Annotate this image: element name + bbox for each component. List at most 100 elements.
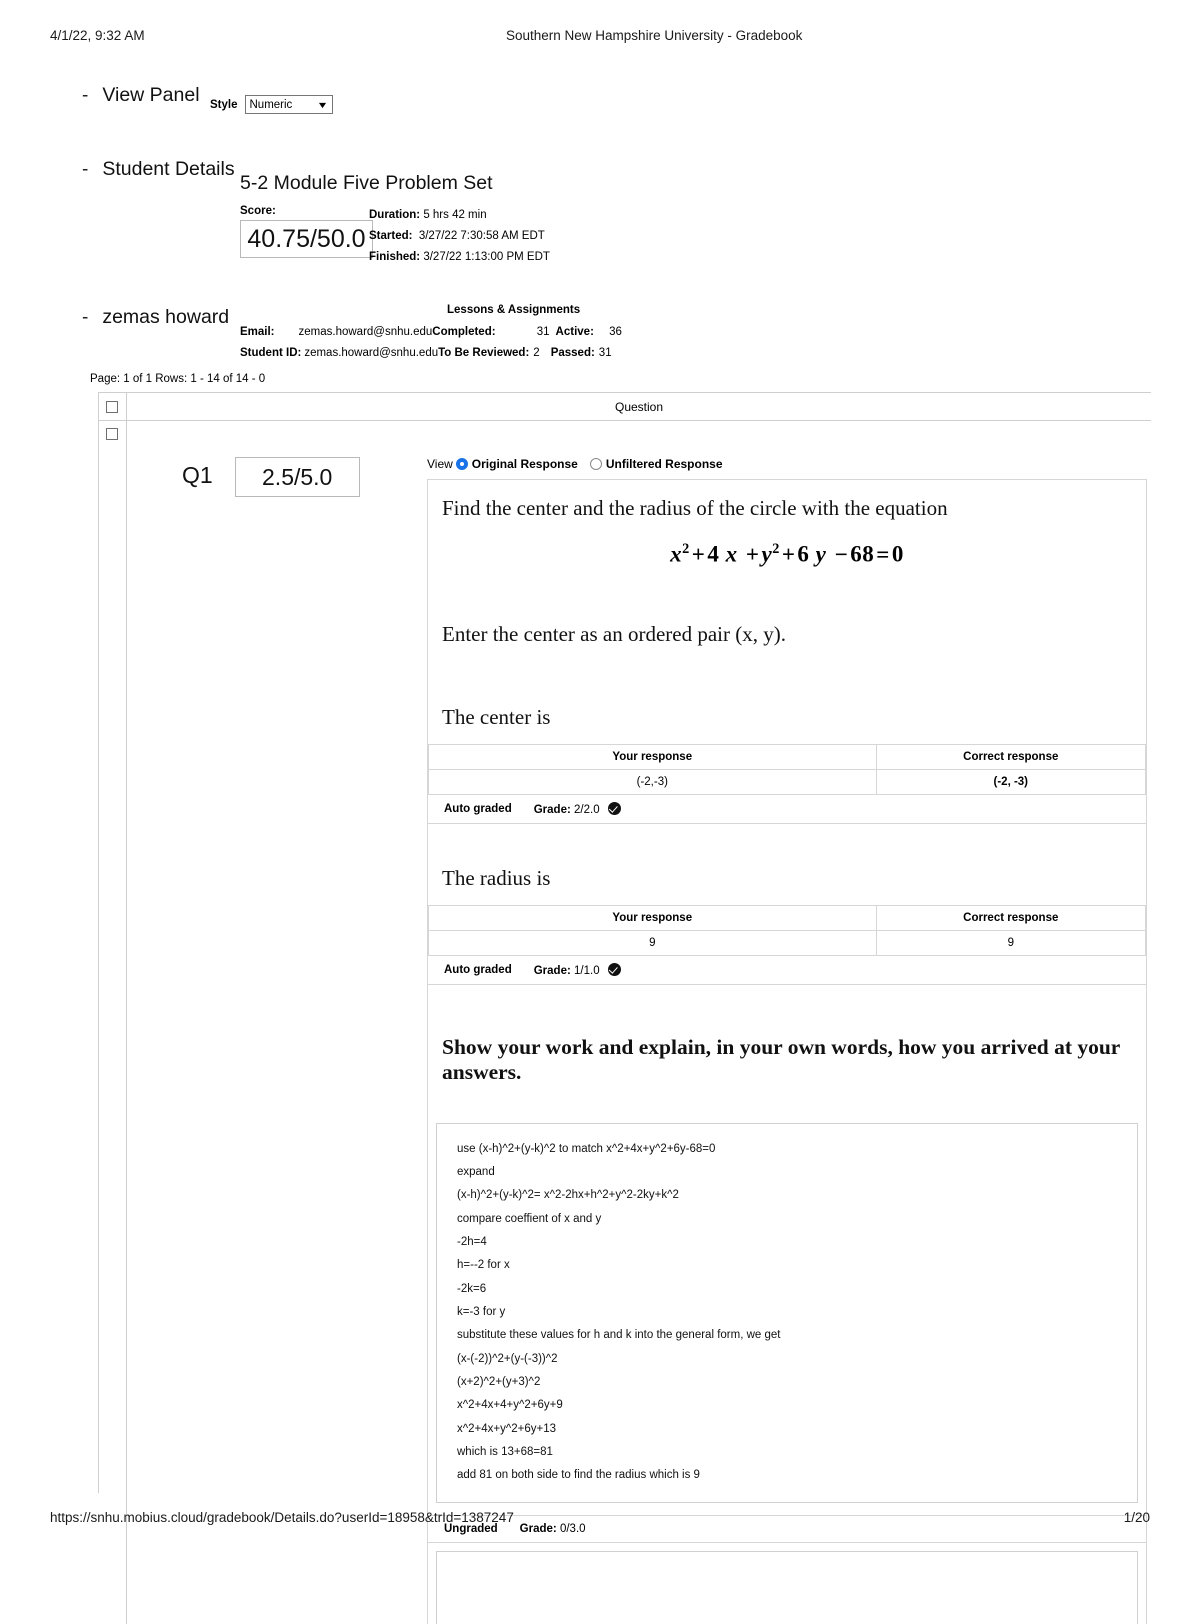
radio-original-response[interactable]: Original Response [455,457,578,471]
lessons-assignments-heading: Lessons & Assignments [447,304,581,316]
grade-label: Grade: [533,803,571,816]
question-prompt: Find the center and the radius of the ci… [442,496,948,520]
col-correct-response: Correct response [875,743,1147,770]
question-body-panel: Find the center and the radius of the ci… [427,479,1147,1624]
work-line: -2h=4 [457,1236,487,1249]
duration-value: 5 hrs 42 min [423,209,487,221]
part-radius-label-section: The radius is [428,824,1146,905]
grade-value-wrap: Grade: 1/1.0 [533,962,621,977]
radio-icon-unselected[interactable] [589,458,602,470]
col-correct-response: Correct response [875,904,1147,931]
work-line: x^2+4x+4+y^2+6y+9 [457,1399,563,1412]
student-info: Email: zemas.howard@snhu.edu Completed: … [240,322,622,365]
view-panel-section[interactable]: - View Panel [82,84,200,107]
grade-label: Grade: [533,964,571,977]
work-line: substitute these values for h and k into… [457,1329,781,1342]
question-prompt-section: Find the center and the radius of the ci… [428,480,1146,683]
score-value: 40.75/50.0 [240,220,373,258]
style-select-value: Numeric [249,98,293,111]
question-content: View Original Response Unfiltered Respon… [427,421,1151,1624]
paging-info: Page: 1 of 1 Rows: 1 - 14 of 14 - 0 [90,373,266,385]
question-identity-cell: Q1 2.5/5.0 [127,421,427,1624]
radio-unfiltered-response[interactable]: Unfiltered Response [589,457,723,471]
grade-value-wrap: Grade: 2/2.0 [533,801,621,816]
started-label: Started: [369,229,413,242]
part-center-response-table: Your response Correct response (-2,-3) (… [428,743,1147,795]
table-row: Q1 2.5/5.0 View Original Response Unfilt… [98,421,1151,1624]
view-panel-label: View Panel [102,84,200,106]
student-name-label: zemas howard [102,306,230,328]
passed-label: Passed: [550,347,595,360]
print-date: 4/1/22, 9:32 AM [50,28,145,43]
radio-icon-selected[interactable] [455,458,468,470]
part-center-label: The center is [442,704,551,729]
active-label: Active: [555,326,594,338]
work-line: use (x-h)^2+(y-k)^2 to match x^2+4x+y^2+… [457,1142,716,1155]
column-header-question: Question [614,399,664,414]
started-row: Started: 3/27/22 7:30:58 AM EDT [369,226,550,247]
style-select[interactable]: Numeric ▼ [244,95,333,114]
your-response-value: (-2,-3) [428,768,877,795]
question-score: 2.5/5.0 [234,457,360,497]
col-your-response: Your response [428,904,877,931]
correct-response-value: (-2, -3) [875,768,1147,795]
radio-unfiltered-label: Unfiltered Response [605,457,723,471]
assignment-title: 5-2 Module Five Problem Set [240,172,493,194]
completed-label: Completed: [432,326,496,338]
chevron-down-icon: ▼ [316,99,329,110]
table-row: 9 9 [428,929,1147,956]
part-radius-label: The radius is [442,865,551,890]
view-label: View [427,457,453,471]
work-line: compare coeffient of x and y [457,1212,602,1225]
student-id-value: zemas.howard@snhu.edu [304,347,439,360]
question-grid: Question Q1 2.5/5.0 View Original Respon… [98,392,1151,1624]
email-label: Email: [240,326,275,338]
select-all-cell[interactable] [98,393,127,420]
to-be-reviewed-label: To Be Reviewed: [438,347,530,360]
question-number: Q1 [182,462,213,488]
question-equation: x2+4 x +y2+6 y −68=0 [670,541,904,567]
grade-value: 2/2.0 [574,803,600,816]
grade-status: Auto graded [444,802,512,815]
row-checkbox[interactable] [106,428,118,440]
row-select-cell[interactable] [98,421,127,1624]
completed-value: 31 [536,326,550,338]
finished-label: Finished: [369,250,421,263]
email-value: zemas.howard@snhu.edu [298,326,433,338]
part-center-label-section: The center is [428,683,1146,744]
work-answer-box: use (x-h)^2+(y-k)^2 to match x^2+4x+y^2+… [436,1122,1138,1503]
next-part-placeholder [436,1550,1138,1624]
col-your-response: Your response [428,743,877,770]
to-be-reviewed-value: 2 [533,347,540,360]
select-all-checkbox[interactable] [106,400,118,413]
part-radius-grade-line: Auto graded Grade: 1/1.0 [428,956,1146,985]
started-value: 3/27/22 7:30:58 AM EDT [418,229,545,242]
student-id-row: Student ID: zemas.howard@snhu.edu To Be … [240,343,622,364]
table-row: (-2,-3) (-2, -3) [428,768,1147,795]
print-title: Southern New Hampshire University - Grad… [506,28,803,43]
collapse-toggle-icon[interactable]: - [82,160,88,179]
finished-row: Finished: 3/27/22 1:13:00 PM EDT [369,247,550,268]
collapse-toggle-icon[interactable]: - [82,86,88,105]
active-value: 36 [609,326,622,338]
grade-value: 1/1.0 [574,964,600,977]
print-header: 4/1/22, 9:32 AM Southern New Hampshire U… [50,28,1150,43]
your-response-value: 9 [428,929,877,956]
response-view-toggle[interactable]: View Original Response Unfiltered Respon… [427,457,1147,471]
work-prompt: Show your work and explain, in your own … [442,1034,1120,1084]
duration-row: Duration: 5 hrs 42 min [369,205,550,226]
collapse-toggle-icon[interactable]: - [82,308,88,327]
work-line: h=--2 for x [457,1259,510,1272]
score-block: Score: 40.75/50.0 [240,205,373,258]
student-panel-section[interactable]: - zemas howard [82,306,229,329]
work-line: (x-(-2))^2+(y-(-3))^2 [457,1352,558,1365]
style-control[interactable]: Style Numeric ▼ [210,95,333,114]
finished-value: 3/27/22 1:13:00 PM EDT [423,250,550,263]
style-label: Style [210,98,238,111]
footer-url: https://snhu.mobius.cloud/gradebook/Deta… [50,1510,514,1525]
student-details-section[interactable]: - Student Details [82,158,235,181]
work-line: (x+2)^2+(y+3)^2 [457,1376,541,1389]
check-circle-icon [607,801,621,815]
radio-original-label: Original Response [471,457,578,471]
part-radius-response-table: Your response Correct response 9 9 [428,904,1147,956]
